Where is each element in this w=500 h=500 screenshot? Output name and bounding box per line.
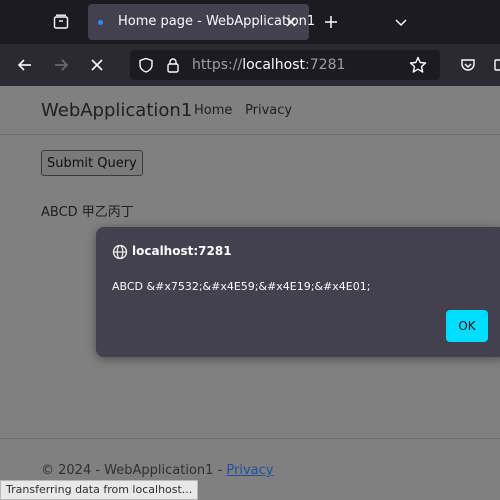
- footer-divider: [0, 438, 500, 439]
- stop-button[interactable]: [81, 49, 113, 81]
- address-bar[interactable]: https://localhost:7281: [130, 50, 440, 80]
- back-button[interactable]: [9, 49, 41, 81]
- chevron-down-icon: [395, 19, 407, 27]
- ok-button[interactable]: OK: [446, 310, 488, 342]
- nav-link-home[interactable]: Home: [194, 103, 232, 118]
- submit-query-button[interactable]: Submit Query: [41, 150, 143, 176]
- new-tab-button[interactable]: [315, 6, 347, 38]
- close-icon: [286, 17, 296, 27]
- status-bar: Transferring data from localhost...: [0, 480, 199, 500]
- pocket-icon: [461, 59, 475, 71]
- extensions-button[interactable]: [484, 49, 500, 81]
- forward-button[interactable]: [45, 49, 77, 81]
- footer-text: © 2024 - WebApplication1 -: [41, 463, 227, 478]
- site-brand[interactable]: WebApplication1: [41, 100, 192, 121]
- close-tab-button[interactable]: [281, 12, 301, 32]
- lock-icon[interactable]: [165, 57, 181, 73]
- globe-icon: [112, 244, 128, 260]
- url-scheme: https://: [192, 57, 243, 73]
- output-text: ABCD 甲乙丙丁: [41, 205, 134, 220]
- tab-overview-icon: [53, 14, 69, 29]
- tab-strip: Home page - WebApplication1: [0, 0, 500, 44]
- extensions-icon: [494, 59, 500, 71]
- nav-link-privacy[interactable]: Privacy: [245, 103, 292, 118]
- stop-icon: [91, 59, 103, 71]
- alert-dialog: localhost:7281 ABCD &#x7532;&#x4E59;&#x4…: [96, 227, 500, 357]
- shield-icon[interactable]: [138, 57, 154, 73]
- list-tabs-button[interactable]: [385, 6, 417, 38]
- active-tab[interactable]: Home page - WebApplication1: [88, 4, 315, 40]
- new-tab-icon: [325, 16, 337, 28]
- footer: © 2024 - WebApplication1 - Privacy: [41, 463, 273, 478]
- back-icon: [17, 59, 31, 71]
- url-port: :7281: [305, 57, 346, 73]
- footer-privacy-link[interactable]: Privacy: [226, 463, 273, 478]
- tab-overview-button[interactable]: [45, 6, 77, 38]
- url-host: localhost: [242, 57, 306, 73]
- pocket-button[interactable]: [452, 49, 484, 81]
- dialog-origin: localhost:7281: [132, 244, 232, 258]
- url-text[interactable]: https://localhost:7281: [192, 57, 345, 73]
- forward-icon: [55, 59, 69, 71]
- site-header: WebApplication1 Home Privacy: [0, 86, 500, 135]
- bookmark-star-icon[interactable]: [409, 56, 427, 74]
- dialog-message: ABCD &#x7532;&#x4E59;&#x4E19;&#x4E01;: [112, 280, 371, 293]
- loading-icon: [98, 20, 103, 25]
